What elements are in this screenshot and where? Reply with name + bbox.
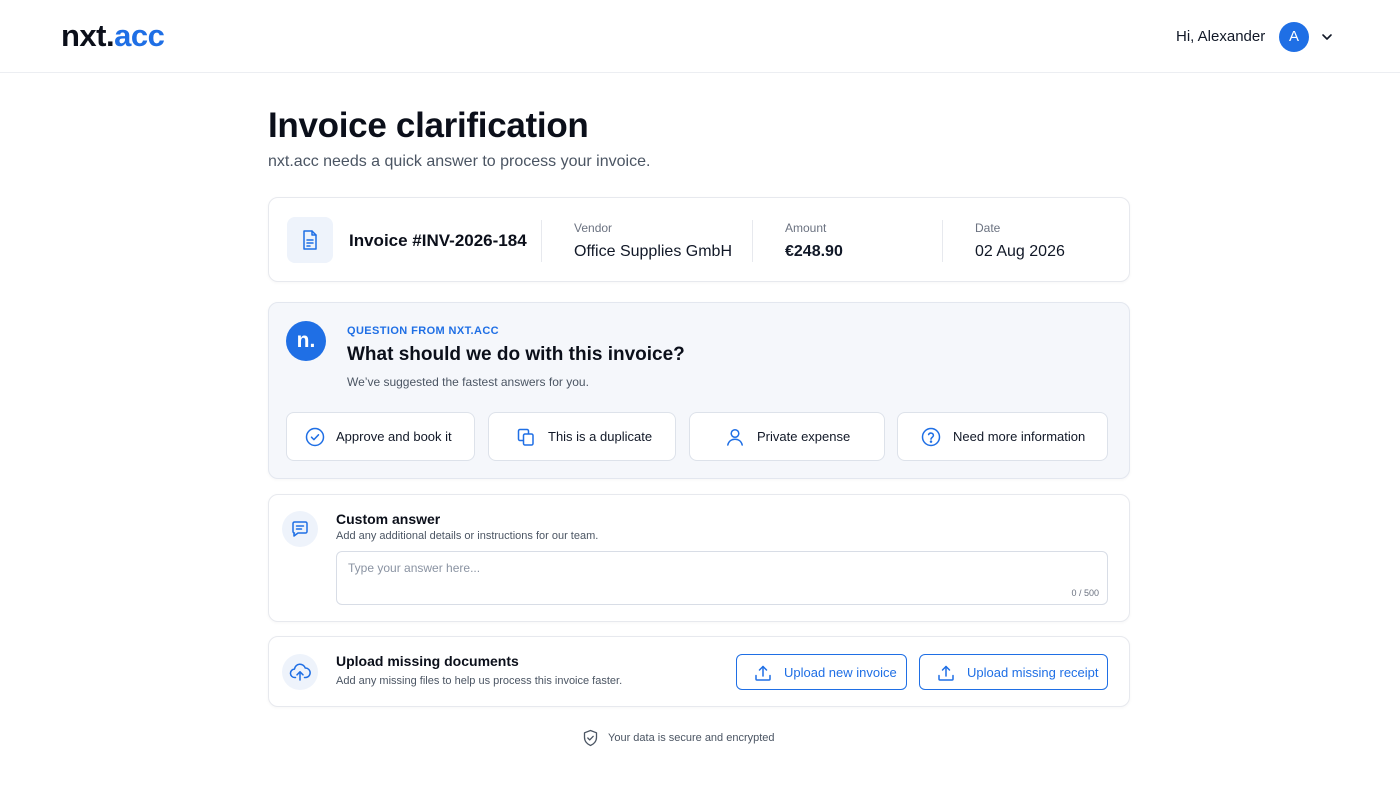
custom-answer-card: Custom answer Add any additional details… [268, 494, 1130, 622]
option-need-info-button[interactable]: Need more information [897, 412, 1108, 461]
amount-label: Amount [785, 221, 827, 235]
date-value: 02 Aug 2026 [975, 243, 1065, 260]
top-header: nxt.acc Hi, Alexander A [0, 0, 1400, 73]
option-label: This is a duplicate [548, 429, 653, 444]
security-note-text: Your data is secure and encrypted [608, 732, 775, 744]
upload-missing-receipt-label: Upload missing receipt [967, 665, 1099, 680]
option-label: Private expense [757, 429, 851, 444]
cloud-upload-icon-tile [282, 654, 318, 690]
question-eyebrow: QUESTION FROM NXT.ACC [347, 325, 500, 337]
user-avatar[interactable]: A [1279, 22, 1309, 52]
shield-check-icon [583, 729, 598, 747]
question-card: n. QUESTION FROM NXT.ACC What should we … [268, 302, 1130, 479]
option-approve-button[interactable]: Approve and book it [286, 412, 475, 461]
date-label: Date [975, 221, 1001, 235]
character-counter: 0 / 500 [1071, 588, 1099, 598]
divider [541, 220, 542, 262]
chevron-down-icon[interactable] [1319, 29, 1335, 45]
user-icon [727, 428, 743, 446]
page-subtitle: nxt.acc needs a quick answer to process … [268, 153, 651, 170]
upload-new-invoice-label: Upload new invoice [784, 665, 897, 680]
vendor-value: Office Supplies GmbH [574, 243, 732, 260]
cloud-upload-icon [289, 663, 311, 681]
chat-icon-tile [282, 511, 318, 547]
chat-bubble-icon [292, 521, 308, 537]
upload-subtitle: Add any missing files to help us process… [336, 675, 623, 687]
upload-icon [938, 665, 954, 681]
divider [942, 220, 943, 262]
duplicate-icon [517, 428, 534, 446]
amount-value: €248.90 [785, 243, 843, 260]
divider [752, 220, 753, 262]
option-private-expense-button[interactable]: Private expense [689, 412, 885, 461]
custom-answer-subtitle: Add any additional details or instructio… [336, 530, 599, 542]
check-circle-icon [305, 427, 325, 447]
upload-missing-receipt-button[interactable]: Upload missing receipt [919, 654, 1108, 690]
invoice-icon-tile [287, 217, 333, 263]
logo-text-accent: acc [114, 18, 165, 53]
option-duplicate-button[interactable]: This is a duplicate [488, 412, 676, 461]
logo-text-primary: nxt. [61, 18, 115, 53]
question-circle-icon [921, 427, 941, 447]
question-title: What should we do with this invoice? [347, 344, 685, 365]
custom-answer-title: Custom answer [336, 511, 441, 527]
nxt-acc-badge: n. [286, 321, 326, 361]
upload-documents-card: Upload missing documents Add any missing… [268, 636, 1130, 707]
option-label: Approve and book it [336, 429, 452, 444]
invoice-number: Invoice #INV-2026-184 [349, 231, 527, 250]
invoice-summary-card: Invoice #INV-2026-184 Vendor Office Supp… [268, 197, 1130, 282]
upload-title: Upload missing documents [336, 653, 519, 669]
upload-new-invoice-button[interactable]: Upload new invoice [736, 654, 907, 690]
option-label: Need more information [953, 429, 1086, 444]
custom-answer-input[interactable] [336, 551, 1108, 605]
page-title: Invoice clarification [268, 106, 589, 145]
invoice-document-icon [303, 230, 317, 250]
nxt-acc-logo[interactable]: nxt.acc [61, 17, 165, 55]
question-subtitle: We’ve suggested the fastest answers for … [347, 375, 589, 389]
upload-icon [755, 665, 771, 681]
vendor-label: Vendor [574, 221, 613, 235]
user-greeting: Hi, Alexander [1176, 28, 1266, 45]
